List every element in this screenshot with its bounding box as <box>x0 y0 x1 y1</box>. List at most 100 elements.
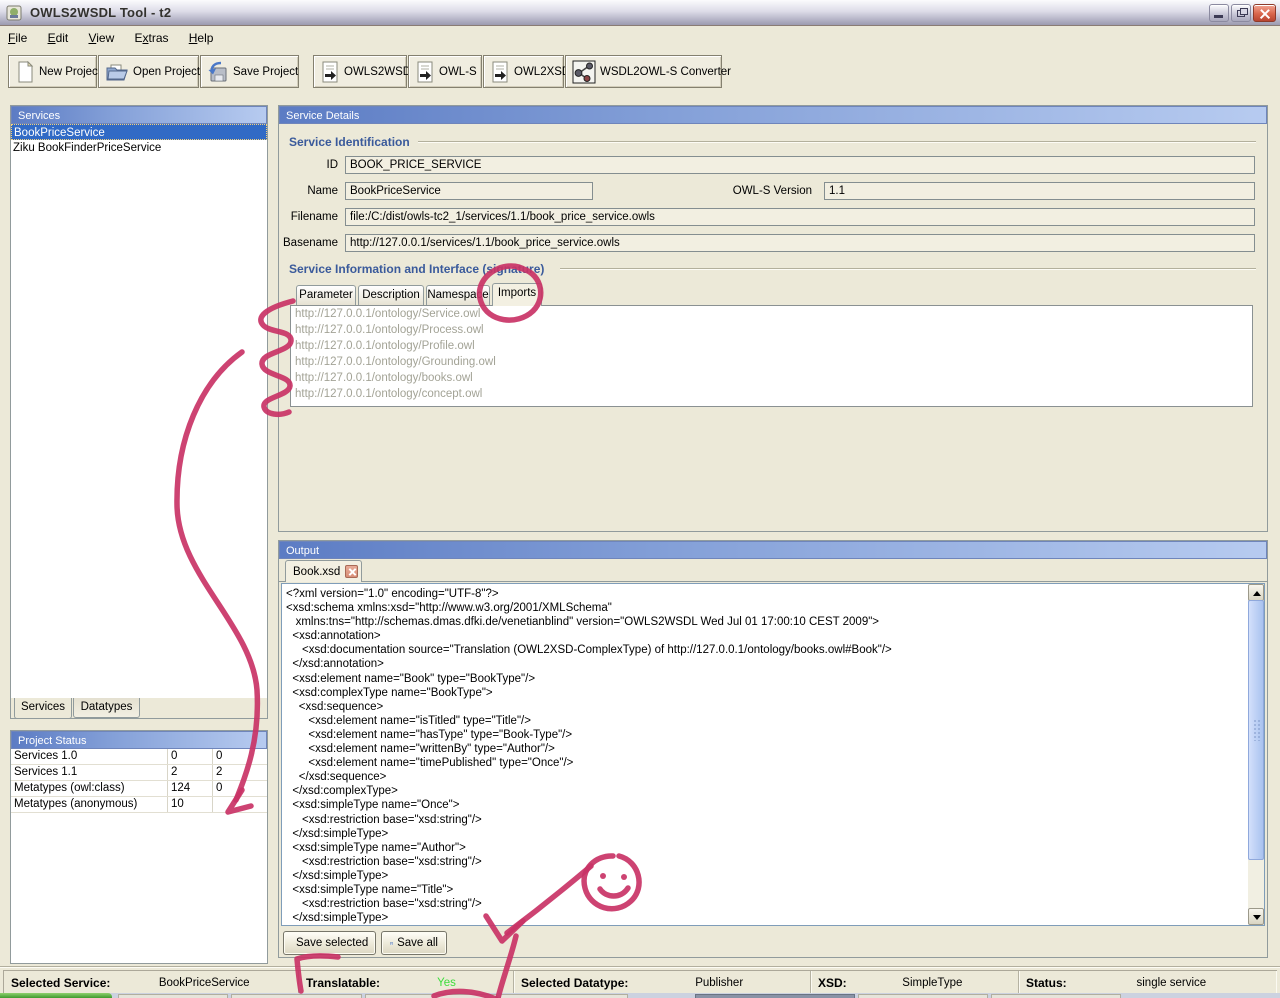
menu-bar: File Edit View Extras Help <box>0 26 1280 50</box>
taskbar-button-active[interactable] <box>695 994 855 998</box>
menu-item-file[interactable]: File <box>8 31 27 45</box>
statusbar-divider <box>0 966 1280 968</box>
owl2xsd-button[interactable]: OWL2XSD <box>483 55 564 88</box>
status-row-label: Services 1.0 <box>11 749 168 764</box>
xsd-label: XSD: <box>811 976 847 990</box>
open-project-button[interactable]: Open Project <box>98 55 199 88</box>
taskbar-button[interactable] <box>231 994 362 998</box>
save-project-button[interactable]: Save Project <box>200 55 299 88</box>
status-seg-status: Status: single service <box>1019 971 1276 994</box>
owl-s-button[interactable]: OWL-S <box>408 55 482 88</box>
tab-description[interactable]: Description <box>358 285 424 305</box>
status-seg-selected-datatype: Selected Datatype: Publisher <box>514 971 811 994</box>
new-project-label: New Project <box>39 66 101 78</box>
tab-namespace[interactable]: Namespace <box>426 285 490 305</box>
scrollbar-down-button[interactable] <box>1248 908 1264 925</box>
xml-line: <?xml version="1.0" encoding="UTF-8"?> <box>286 587 1236 601</box>
services-list: BookPriceServiceZiku BookFinderPriceServ… <box>11 124 267 698</box>
service-details-header: Service Details <box>279 106 1267 124</box>
scrollbar-up-button[interactable] <box>1248 584 1264 601</box>
filename-field[interactable]: file:/C:/dist/owls-tc2_1/services/1.1/bo… <box>345 208 1255 226</box>
import-url-item[interactable]: http://127.0.0.1/ontology/Grounding.owl <box>291 354 1252 370</box>
wsdl2owls-converter-label: WSDL2OWL-S Converter <box>600 66 731 78</box>
output-tab-label: Book.xsd <box>293 566 340 578</box>
floppy-stack-icon <box>390 937 393 950</box>
status-row-count1: 124 <box>168 781 213 796</box>
import-url-item[interactable]: http://127.0.0.1/ontology/Service.owl <box>291 306 1252 322</box>
xml-line: <xsd:sequence> <box>286 700 1236 714</box>
open-project-label: Open Project <box>133 66 200 78</box>
xml-line: <xsd:element name="writtenBy" type="Auth… <box>286 742 1236 756</box>
import-url-item[interactable]: http://127.0.0.1/ontology/books.owl <box>291 370 1252 386</box>
bottom-tab-datatypes[interactable]: Datatypes <box>73 698 140 718</box>
menu-item-edit[interactable]: Edit <box>48 31 69 45</box>
xml-line: <xsd:complexType name="BookType"> <box>286 686 1236 700</box>
run-arrow-icon <box>320 61 340 83</box>
scrollbar-thumb[interactable] <box>1248 600 1264 860</box>
basename-field[interactable]: http://127.0.0.1/services/1.1/book_price… <box>345 234 1255 252</box>
xml-line: </xsd:sequence> <box>286 770 1236 784</box>
project-status-row: Metatypes (anonymous) 10 <box>11 797 267 813</box>
import-url-item[interactable]: http://127.0.0.1/ontology/Profile.owl <box>291 338 1252 354</box>
name-field[interactable]: BookPriceService <box>345 182 593 200</box>
status-seg-translatable: Translatable: Yes <box>299 971 514 994</box>
status-row-count2: 2 <box>213 765 267 780</box>
services-panel-header: Services <box>11 106 267 124</box>
translatable-value: Yes <box>380 977 513 989</box>
selected-service-value: BookPriceService <box>110 977 298 989</box>
id-label: ID <box>250 156 338 174</box>
taskbar-button[interactable] <box>500 994 628 998</box>
restore-button[interactable] <box>1231 4 1251 22</box>
services-list-item[interactable]: BookPriceService <box>11 124 267 140</box>
close-button[interactable] <box>1253 4 1276 22</box>
translatable-label: Translatable: <box>299 976 380 990</box>
basename-label: Basename <box>250 234 338 252</box>
menu-item-help[interactable]: Help <box>189 31 214 45</box>
output-tab-bookxsd[interactable]: Book.xsd <box>285 560 362 582</box>
status-seg-selected-service: Selected Service: BookPriceService <box>4 971 299 994</box>
section-rule <box>560 268 1256 269</box>
project-status-header: Project Status <box>11 731 267 749</box>
import-url-item[interactable]: http://127.0.0.1/ontology/concept.owl <box>291 386 1252 402</box>
save-disk-icon <box>207 61 229 83</box>
taskbar-button[interactable] <box>365 994 497 998</box>
xml-line: <xsd:simpleType name="Author"> <box>286 841 1236 855</box>
new-document-icon <box>15 61 35 83</box>
menu-item-view[interactable]: View <box>88 31 114 45</box>
status-row-count2 <box>213 797 267 812</box>
tab-close-icon[interactable] <box>345 565 358 578</box>
start-button-fragment[interactable] <box>0 993 112 998</box>
xml-line: </xsd:simpleType> <box>286 911 1236 925</box>
scrollbar-grip <box>1253 719 1261 741</box>
xml-line: <xsd:restriction base="xsd:string"/> <box>286 897 1236 911</box>
window-title: OWLS2WSDL Tool - t2 <box>30 5 171 20</box>
save-all-button[interactable]: Save all <box>381 931 447 955</box>
tab-parameter[interactable]: Parameter <box>296 285 356 305</box>
selected-datatype-value: Publisher <box>628 977 810 989</box>
xml-line: </xsd:simpleType> <box>286 827 1236 841</box>
owls-version-field[interactable]: 1.1 <box>824 182 1255 200</box>
selected-service-label: Selected Service: <box>4 976 110 990</box>
tab-imports[interactable]: Imports <box>492 283 542 306</box>
xsd-value: SimpleType <box>847 977 1018 989</box>
new-project-button[interactable]: New Project <box>8 55 97 88</box>
taskbar-button[interactable] <box>858 994 988 998</box>
status-value: single service <box>1067 977 1276 989</box>
services-list-item[interactable]: Ziku BookFinderPriceService <box>11 140 267 156</box>
xml-line: <xsd:simpleType name="Title"> <box>286 883 1236 897</box>
id-field[interactable]: BOOK_PRICE_SERVICE <box>345 156 1255 174</box>
status-row-count1: 0 <box>168 749 213 764</box>
xml-line: <xsd:element name="timePublished" type="… <box>286 756 1236 770</box>
taskbar-button[interactable] <box>991 994 1121 998</box>
save-selected-button[interactable]: Save selected <box>283 931 376 955</box>
xml-line: <xsd:element name="Book" type="BookType"… <box>286 672 1236 686</box>
status-row-label: Services 1.1 <box>11 765 168 780</box>
status-row-count2: 0 <box>213 749 267 764</box>
bottom-tab-services[interactable]: Services <box>14 698 72 719</box>
owls2wsdl-button[interactable]: OWLS2WSDL <box>313 55 407 88</box>
minimize-button[interactable] <box>1209 4 1229 22</box>
import-url-item[interactable]: http://127.0.0.1/ontology/Process.owl <box>291 322 1252 338</box>
wsdl2owls-converter-button[interactable]: WSDL2OWL-S Converter <box>565 55 722 88</box>
taskbar-button[interactable] <box>118 994 228 998</box>
menu-item-extras[interactable]: Extras <box>134 31 168 45</box>
